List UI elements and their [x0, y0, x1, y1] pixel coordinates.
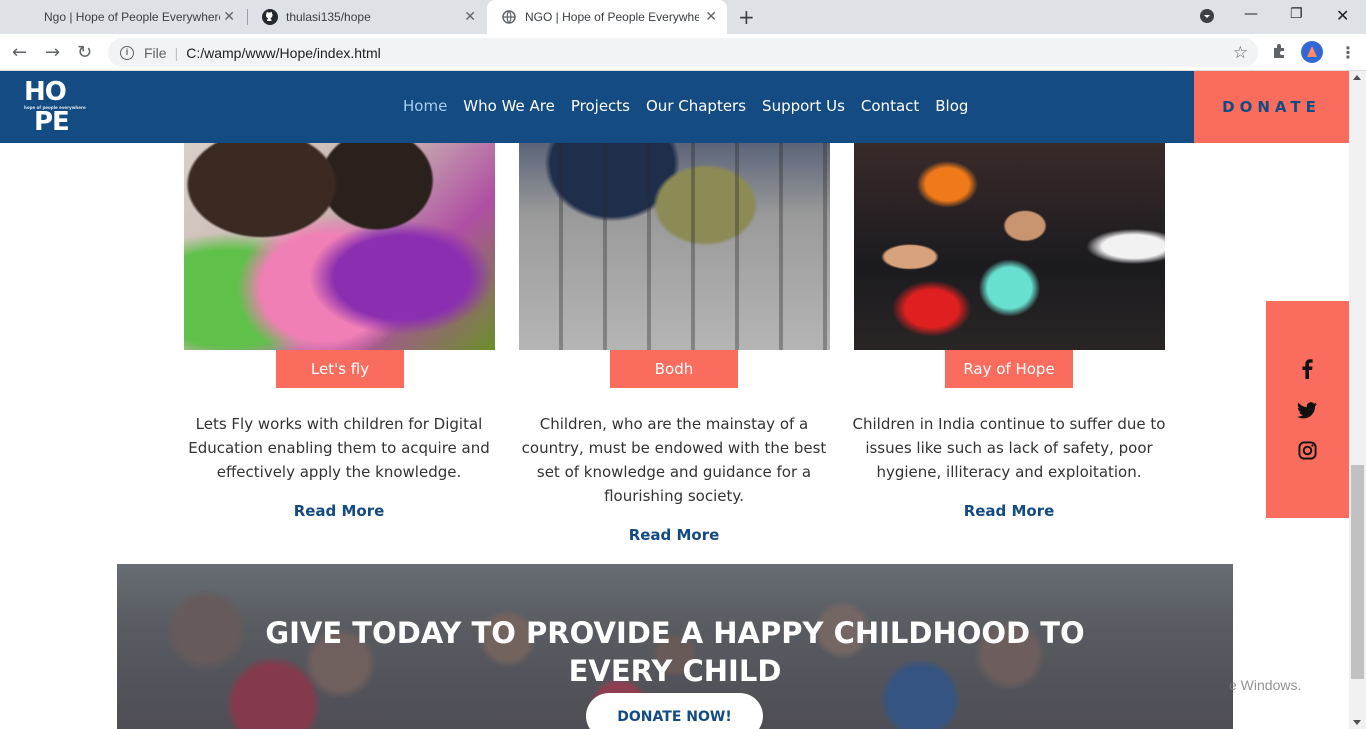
- nav-who-we-are[interactable]: Who We Are: [463, 97, 555, 115]
- browser-tab-1[interactable]: Ngo | Hope of People Everywhere ✕: [30, 0, 245, 34]
- reload-icon[interactable]: ↻: [77, 42, 92, 63]
- maximize-icon[interactable]: ❐: [1290, 6, 1303, 22]
- main-nav: Home Who We Are Projects Our Chapters Su…: [403, 97, 968, 115]
- tab-title: Ngo | Hope of People Everywhere: [44, 10, 220, 24]
- logo-line-1: HO: [24, 77, 67, 107]
- browser-toolbar: ← → ↻ i File | C:/wamp/www/Hope/index.ht…: [0, 34, 1366, 71]
- hope-logo[interactable]: HO hope of people everywhere PE: [24, 77, 86, 137]
- address-bar[interactable]: i File | C:/wamp/www/Hope/index.html ☆: [108, 38, 1258, 67]
- project-label-bodh[interactable]: Bodh: [610, 350, 738, 388]
- scrollbar-thumb[interactable]: [1351, 465, 1364, 679]
- close-icon[interactable]: ✕: [223, 9, 235, 25]
- scroll-up-icon[interactable]: [1353, 75, 1361, 80]
- back-icon[interactable]: ←: [12, 42, 27, 63]
- read-more-link[interactable]: Read More: [509, 526, 839, 544]
- nav-blog[interactable]: Blog: [935, 97, 968, 115]
- separator: |: [174, 44, 179, 61]
- info-icon[interactable]: i: [120, 45, 134, 60]
- minimize-icon[interactable]: —: [1244, 6, 1258, 22]
- donate-button[interactable]: DONATE: [1194, 71, 1349, 143]
- nav-contact[interactable]: Contact: [861, 97, 919, 115]
- window-close-icon[interactable]: ✕: [1336, 6, 1349, 25]
- nav-support-us[interactable]: Support Us: [762, 97, 845, 115]
- page-viewport: HO hope of people everywhere PE Home Who…: [0, 71, 1366, 729]
- site-header: HO hope of people everywhere PE Home Who…: [0, 71, 1349, 143]
- nav-our-chapters[interactable]: Our Chapters: [646, 97, 746, 115]
- banner-title: GIVE TODAY TO PROVIDE A HAPPY CHILDHOOD …: [265, 616, 1085, 688]
- project-description: Lets Fly works with children for Digital…: [188, 415, 490, 481]
- project-image-lets-fly: [184, 143, 495, 350]
- social-sidebar: [1266, 301, 1349, 518]
- github-icon: [262, 9, 278, 25]
- read-more-link[interactable]: Read More: [174, 502, 504, 520]
- project-label-ray-of-hope[interactable]: Ray of Hope: [945, 350, 1073, 388]
- url-text[interactable]: C:/wamp/www/Hope/index.html: [186, 45, 381, 61]
- browser-tab-2[interactable]: thulasi135/hope ✕: [248, 0, 486, 34]
- facebook-icon[interactable]: [1297, 359, 1317, 379]
- nav-home[interactable]: Home: [403, 97, 447, 115]
- nav-projects[interactable]: Projects: [571, 97, 630, 115]
- profile-avatar[interactable]: [1301, 41, 1323, 63]
- forward-icon[interactable]: →: [45, 42, 60, 63]
- read-more-link[interactable]: Read More: [844, 502, 1174, 520]
- tab-title: NGO | Hope of People Everywhere: [525, 10, 699, 24]
- browser-tab-3-active[interactable]: NGO | Hope of People Everywhere ✕: [487, 0, 727, 34]
- browser-tab-bar: Ngo | Hope of People Everywhere ✕ thulas…: [0, 0, 1366, 34]
- project-description: Children, who are the mainstay of a coun…: [521, 415, 827, 505]
- close-icon[interactable]: ✕: [705, 9, 717, 25]
- project-image-bodh: [519, 143, 830, 350]
- instagram-icon[interactable]: [1297, 440, 1317, 460]
- donate-now-button[interactable]: DONATE NOW!: [586, 693, 763, 729]
- file-label: File: [144, 44, 167, 61]
- logo-line-2: PE: [34, 107, 70, 137]
- project-label-lets-fly[interactable]: Let's fly: [276, 350, 404, 388]
- donate-banner: GIVE TODAY TO PROVIDE A HAPPY CHILDHOOD …: [117, 564, 1233, 729]
- bookmark-star-icon[interactable]: ☆: [1233, 43, 1248, 63]
- globe-icon: [501, 9, 517, 25]
- activation-watermark: e Windows.: [1229, 677, 1302, 693]
- tab-search-icon[interactable]: [1199, 8, 1215, 28]
- extensions-puzzle-icon[interactable]: [1271, 43, 1287, 63]
- menu-kebab-icon[interactable]: ⋮: [1340, 43, 1356, 62]
- new-tab-icon[interactable]: +: [738, 5, 755, 29]
- close-icon[interactable]: ✕: [464, 9, 476, 25]
- project-image-ray-of-hope: [854, 143, 1165, 350]
- tab-title: thulasi135/hope: [286, 10, 371, 24]
- page-scrollbar[interactable]: [1349, 71, 1366, 729]
- project-description: Children in India continue to suffer due…: [852, 415, 1166, 481]
- scroll-down-icon[interactable]: [1353, 720, 1361, 725]
- twitter-icon[interactable]: [1297, 400, 1317, 420]
